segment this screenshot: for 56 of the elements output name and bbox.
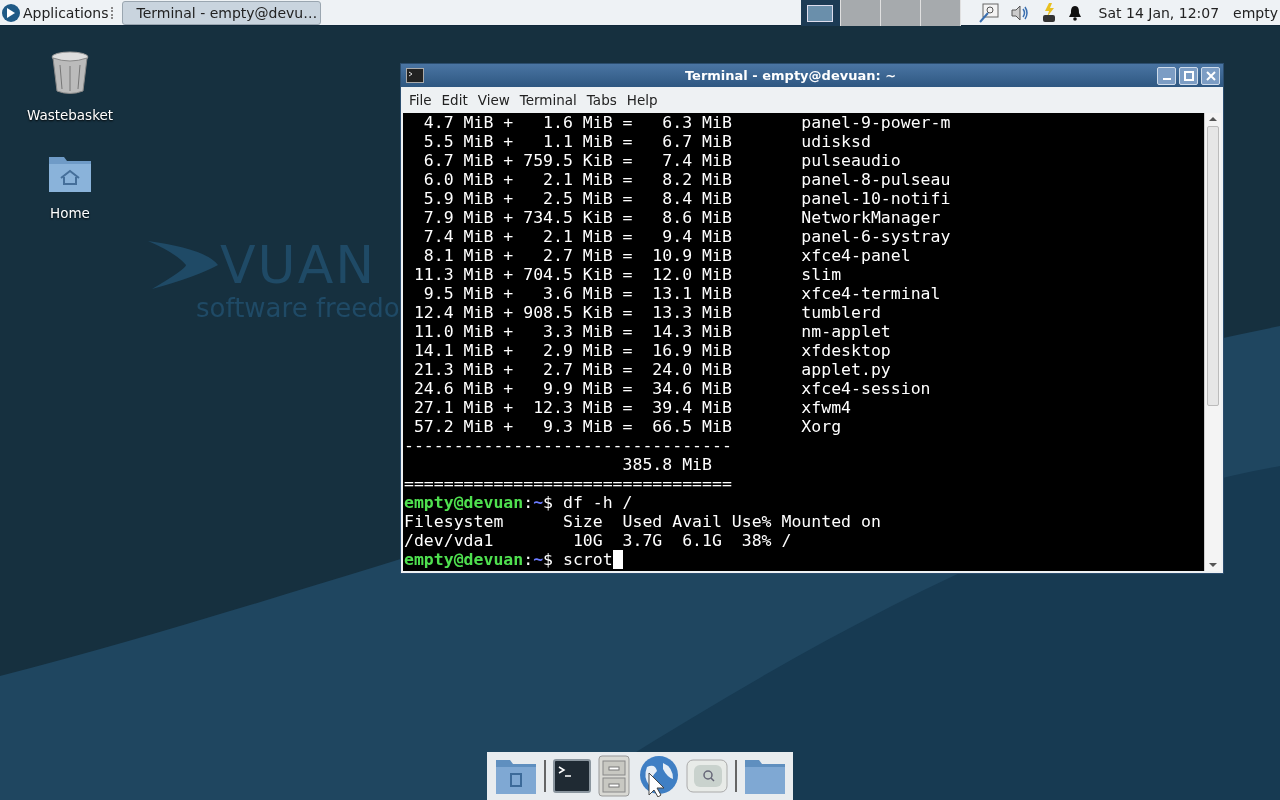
window-title: Terminal - empty@devuan: ~ [683,68,898,83]
terminal-output-line: 5.5 MiB + 1.1 MiB = 6.7 MiB udisksd [422,132,872,151]
terminal-output-line: 21.3 MiB + 2.7 MiB = 24.0 MiB applet.py [412,360,892,379]
terminal-output-line: Filesystem Size Used Avail Use% Mounted on [404,512,882,531]
menu-item[interactable]: File [404,92,437,108]
terminal-icon [406,68,424,83]
menu-item[interactable]: Tabs [581,92,622,108]
desktop-icon-label[interactable]: Wastebasket [26,107,114,123]
folder-icon[interactable] [743,757,786,795]
workspace-button[interactable] [800,0,841,26]
terminal-output-line: 11.0 MiB + 3.3 MiB = 14.3 MiB nm-applet [412,322,892,341]
terminal-output-line: ================================= [404,474,733,493]
maximize-icon [1183,70,1194,81]
desktop-icon-label[interactable]: Home [50,205,90,221]
terminal-output-line: 5.9 MiB + 2.5 MiB = 8.4 MiB panel-10-notifi [422,189,952,208]
terminal-output-line: /dev/vda1 10G 3.7G 6.1G 38% / [404,531,793,550]
terminal-prompt-line: empty@devuan:~$ df -h / [404,493,633,512]
terminal-prompt-line: empty@devuan:~$ scrot [404,550,613,569]
terminal-output-line: 24.6 MiB + 9.9 MiB = 34.6 MiB xfce4-session [412,379,932,398]
minimize-button[interactable] [1157,66,1176,85]
menu-item[interactable]: View [472,92,515,108]
menu-item[interactable]: Terminal [514,92,582,108]
search-icon[interactable] [685,759,728,793]
terminal-output-line: 27.1 MiB + 12.3 MiB = 39.4 MiB xfwm4 [412,398,853,417]
notification-bell-icon[interactable] [1067,4,1082,21]
user-name[interactable]: empty [1233,4,1278,21]
terminal-output-line: 11.3 MiB + 704.5 KiB = 12.0 MiB slim [412,265,843,284]
terminal-output-line: 6.0 MiB + 2.1 MiB = 8.2 MiB panel-8-pulseau [422,170,952,189]
scrollbar[interactable] [1204,113,1221,571]
volume-icon[interactable] [1009,3,1030,22]
close-button[interactable] [1201,66,1220,85]
swoosh-logo-icon [146,239,220,291]
terminal-output-line: 14.1 MiB + 2.9 MiB = 16.9 MiB xfdesktop [412,341,892,360]
terminal-output-line: 6.7 MiB + 759.5 KiB = 7.4 MiB pulseaudio [422,151,902,170]
wastebasket-icon[interactable] [50,51,90,95]
terminal-output-line: --------------------------------- [404,436,733,455]
terminal-output-line: 9.5 MiB + 3.6 MiB = 13.1 MiB xfce4-terminal [422,284,942,303]
minimize-icon [1162,77,1171,80]
terminal-output-line: 8.1 MiB + 2.7 MiB = 10.9 MiB xfce4-panel [422,246,912,265]
distro-logo-icon [2,3,20,22]
terminal-output-line: 12.4 MiB + 908.5 KiB = 13.3 MiB tumblerd [412,303,882,322]
documents-folder-icon[interactable] [494,757,537,795]
terminal-output-line: 7.4 MiB + 2.1 MiB = 9.4 MiB panel-6-systray [422,227,952,246]
terminal-output-line: 57.2 MiB + 9.3 MiB = 66.5 MiB Xorg [412,417,843,436]
applications-menu[interactable]: Applications [0,3,111,22]
terminal-output-line: 4.7 MiB + 1.6 MiB = 6.3 MiB panel-9-power-m [422,113,952,132]
terminal-output-line: 385.8 MiB [621,455,713,474]
taskbar-window-button[interactable]: Terminal - empty@devu… [121,0,321,25]
terminal-icon[interactable] [552,759,591,793]
menu-item[interactable]: Help [621,92,663,108]
menu-item[interactable]: Edit [436,92,473,108]
maximize-button[interactable] [1179,66,1198,85]
clock[interactable]: Sat 14 Jan, 12:07 [1098,4,1220,21]
terminal-output-line: 7.9 MiB + 734.5 KiB = 8.6 MiB NetworkManager [422,208,942,227]
network-icon[interactable] [977,1,1000,24]
close-icon [1205,70,1216,81]
